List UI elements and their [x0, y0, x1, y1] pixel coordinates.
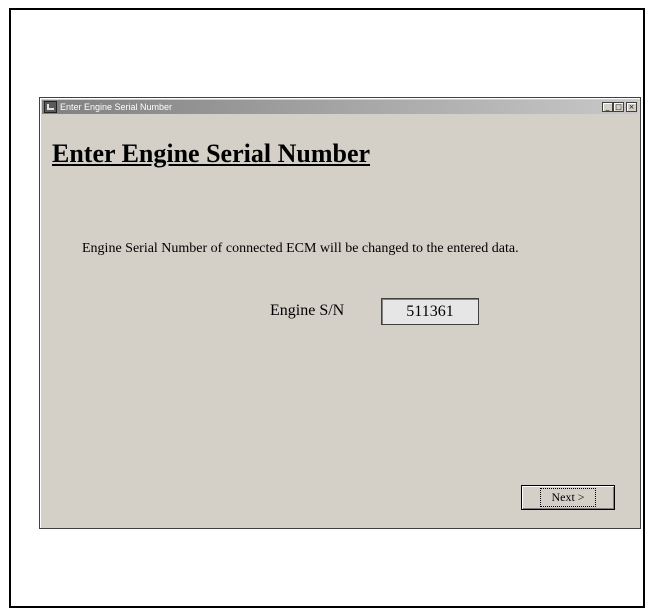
app-icon — [44, 101, 57, 113]
dialog-window: Enter Engine Serial Number _ □ × Enter E… — [39, 97, 641, 529]
description-text: Engine Serial Number of connected ECM wi… — [82, 241, 519, 256]
window-title: Enter Engine Serial Number — [60, 102, 173, 112]
close-button[interactable]: × — [626, 102, 637, 112]
minimize-button[interactable]: _ — [602, 102, 613, 112]
document-frame: Enter Engine Serial Number _ □ × Enter E… — [9, 8, 645, 608]
engine-sn-label: Engine S/N — [270, 302, 345, 319]
window-controls: _ □ × — [602, 102, 637, 112]
maximize-button[interactable]: □ — [613, 102, 624, 112]
title-bar[interactable]: Enter Engine Serial Number _ □ × — [42, 100, 638, 114]
next-button[interactable]: Next > — [521, 485, 615, 510]
engine-sn-field[interactable]: 511361 — [381, 298, 479, 325]
page-heading: Enter Engine Serial Number — [52, 139, 371, 168]
next-button-label: Next > — [540, 488, 596, 507]
